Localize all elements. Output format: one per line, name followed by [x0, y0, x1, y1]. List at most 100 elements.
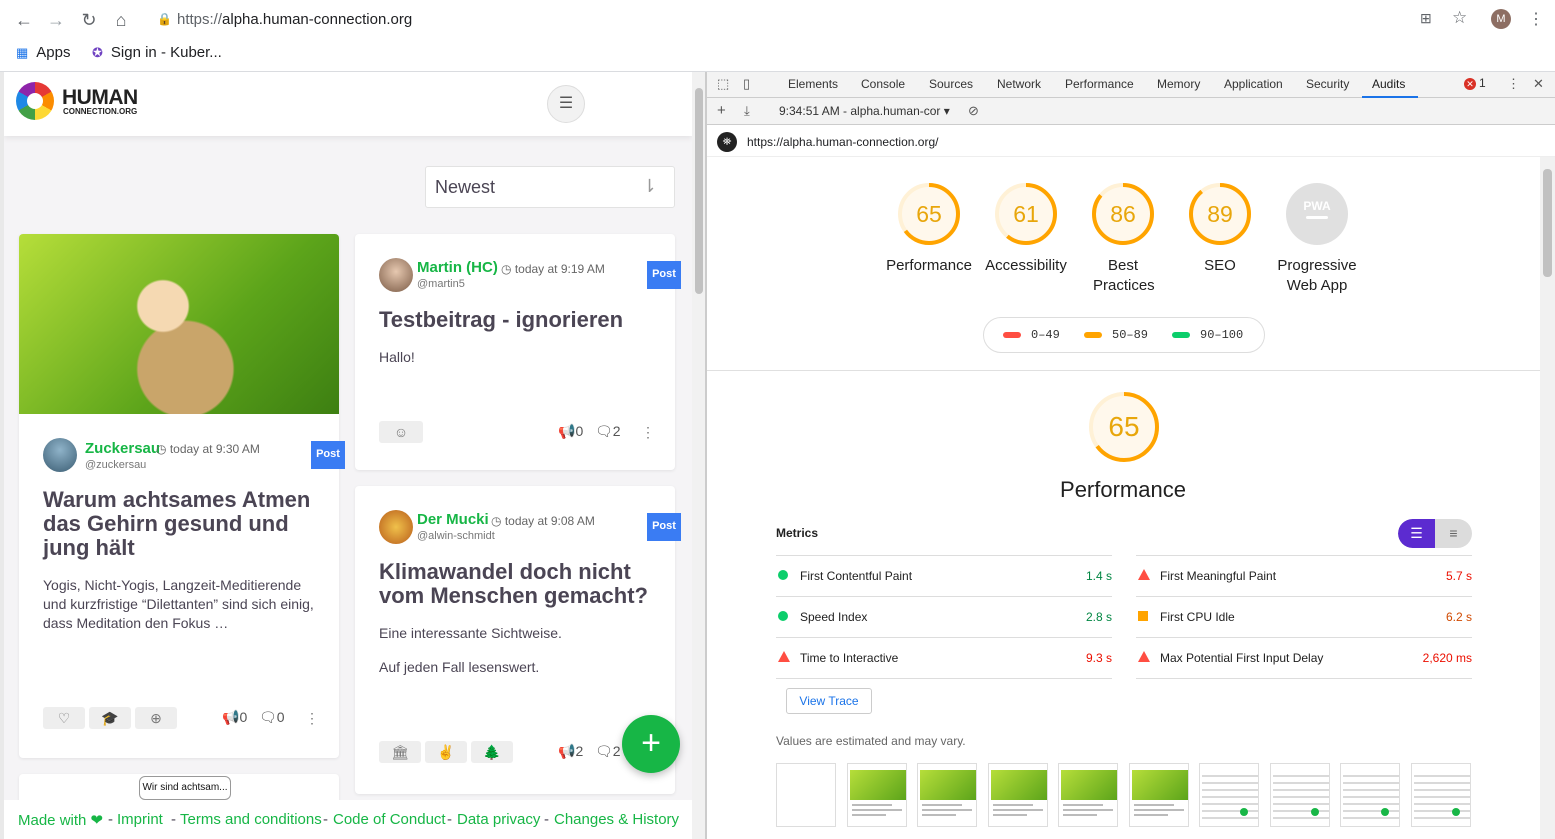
browser-menu-icon[interactable]: ⋮: [1528, 9, 1544, 29]
metrics-view-toggle[interactable]: ☰ ≡: [1398, 519, 1472, 548]
filmstrip-frame: [1058, 763, 1118, 827]
close-devtools-icon[interactable]: ✕: [1533, 76, 1544, 92]
metric-label: Max Potential First Input Delay: [1160, 651, 1324, 665]
tab-security[interactable]: Security: [1306, 77, 1349, 91]
tab-performance[interactable]: Performance: [1065, 77, 1134, 91]
tab-sources[interactable]: Sources: [929, 77, 973, 91]
comment-count[interactable]: 🗨0: [259, 709, 285, 726]
shout-count[interactable]: 📢2: [558, 743, 583, 760]
category-score: 89: [1207, 201, 1233, 227]
bookmark-apps[interactable]: ▦ Apps: [16, 44, 71, 61]
post-menu-icon[interactable]: ⋮: [641, 424, 655, 441]
legend-item-pass: 90–100: [1172, 328, 1243, 342]
download-report-icon[interactable]: ⤓: [744, 103, 750, 119]
avatar[interactable]: [379, 258, 413, 292]
category-gauge[interactable]: 86: [1090, 181, 1156, 247]
tab-network[interactable]: Network: [997, 77, 1041, 91]
category-label[interactable]: Best Practices: [1093, 256, 1155, 296]
author-name[interactable]: Martin (HC): [417, 259, 498, 276]
detailed-view-icon[interactable]: ≡: [1435, 519, 1472, 548]
site-scrollbar[interactable]: [692, 72, 706, 839]
devtools-menu-icon[interactable]: ⋮: [1507, 76, 1520, 92]
shout-count[interactable]: 📢0: [558, 423, 583, 440]
post-title[interactable]: Klimawandel doch nicht vom Menschen gema…: [379, 560, 649, 608]
category-label[interactable]: Accessibility: [971, 256, 1081, 276]
hamburger-menu-button[interactable]: ☰: [547, 85, 585, 123]
bookmark-kubernetes[interactable]: ✪ Sign in - Kuber...: [92, 44, 222, 61]
home-icon[interactable]: ⌂: [109, 8, 133, 32]
legend-swatch: [1084, 331, 1102, 338]
comment-count[interactable]: 🗨2: [595, 743, 621, 760]
mortarboard-icon[interactable]: 🎓: [89, 707, 131, 729]
author-name[interactable]: Zuckersau: [85, 440, 160, 457]
view-trace-button[interactable]: View Trace: [786, 688, 872, 714]
author-name[interactable]: Der Mucki: [417, 511, 489, 528]
reload-icon[interactable]: ↻: [77, 8, 101, 32]
scrollbar-thumb[interactable]: [1543, 169, 1552, 277]
footer-changes-link[interactable]: Changes & History: [554, 811, 679, 828]
footer-terms-link[interactable]: Terms and conditions: [180, 811, 322, 828]
post-title[interactable]: Testbeitrag - ignorieren: [379, 308, 659, 332]
metric-status-icon: [1138, 611, 1148, 621]
scrollbar-thumb[interactable]: [695, 88, 703, 294]
back-icon[interactable]: ←: [12, 8, 36, 32]
device-toolbar-icon[interactable]: ▯: [743, 76, 750, 92]
footer-coc-link[interactable]: Code of Conduct: [333, 811, 446, 828]
bank-icon[interactable]: 🏛: [379, 741, 421, 763]
tab-console[interactable]: Console: [861, 77, 905, 91]
summary-view-icon[interactable]: ☰: [1398, 519, 1435, 548]
metrics-header: Metrics: [776, 526, 819, 540]
footer-imprint-link[interactable]: Imprint: [117, 811, 163, 828]
post-teaser-image[interactable]: [19, 234, 339, 414]
comment-count[interactable]: 🗨2: [595, 423, 621, 440]
url-text[interactable]: https://alpha.human-connection.org: [177, 11, 412, 28]
profile-avatar[interactable]: M: [1491, 9, 1511, 29]
translate-icon[interactable]: ⊞: [1420, 10, 1432, 27]
clock-icon: ◷: [156, 442, 170, 456]
tree-icon[interactable]: 🌲: [471, 741, 513, 763]
category-gauge[interactable]: 61: [993, 181, 1059, 247]
post-card[interactable]: Martin (HC) ◷ today at 9:19 AM @martin5 …: [355, 234, 681, 470]
category-label[interactable]: Performance: [874, 256, 984, 276]
error-counter[interactable]: ✕ 1: [1464, 76, 1486, 90]
create-post-button[interactable]: +: [622, 715, 680, 773]
devtools-scrollbar[interactable]: [1540, 157, 1555, 839]
audited-url[interactable]: https://alpha.human-connection.org/: [747, 135, 938, 149]
category-gauge[interactable]: 65: [896, 181, 962, 247]
author-handle: @zuckersau: [85, 459, 147, 471]
tab-elements[interactable]: Elements: [788, 77, 838, 91]
category-gauge[interactable]: 89: [1187, 181, 1253, 247]
peace-hand-icon[interactable]: ✌: [425, 741, 467, 763]
filmstrip-frame: [1340, 763, 1400, 827]
post-menu-icon[interactable]: ⋮: [305, 710, 319, 727]
avatar[interactable]: [379, 510, 413, 544]
inspect-element-icon[interactable]: ⬚: [717, 76, 729, 92]
footer-privacy-link[interactable]: Data privacy: [457, 811, 540, 828]
tab-memory[interactable]: Memory: [1157, 77, 1200, 91]
post-teaser-image[interactable]: Wir sind achtsam...: [139, 776, 231, 800]
shout-count[interactable]: 📢0: [222, 709, 247, 726]
bookmark-star-icon[interactable]: ☆: [1452, 8, 1467, 28]
post-card[interactable]: Zuckersau ◷ today at 9:30 AM @zuckersau …: [19, 234, 345, 758]
forward-icon[interactable]: →: [44, 8, 68, 32]
emotions-icon[interactable]: ☺: [379, 421, 423, 443]
category-label[interactable]: Progressive Web App: [1272, 256, 1362, 296]
legend-swatch: [1172, 331, 1190, 338]
address-bar[interactable]: 🔒 https://alpha.human-connection.org: [145, 4, 1475, 34]
new-audit-icon[interactable]: +: [717, 102, 726, 119]
avatar[interactable]: [43, 438, 77, 472]
tab-audits[interactable]: Audits: [1372, 77, 1405, 91]
legend-item-fail: 0–49: [1003, 328, 1060, 342]
heart-icon[interactable]: ♡: [43, 707, 85, 729]
audited-url-row: ⛯ https://alpha.human-connection.org/: [707, 125, 1555, 157]
logo-globe-icon[interactable]: [16, 82, 54, 120]
category-gauge[interactable]: PWA: [1284, 181, 1350, 247]
category-label[interactable]: SEO: [1165, 256, 1275, 276]
sort-select[interactable]: Newest ⇂: [425, 166, 675, 208]
clear-all-icon[interactable]: ⊘: [968, 103, 979, 119]
report-selector[interactable]: 9:34:51 AM - alpha.human-cor ▾: [779, 104, 950, 118]
footer-separator: -: [108, 811, 113, 828]
post-title[interactable]: Warum achtsames Atmen das Gehirn gesund …: [43, 488, 313, 560]
first-aid-icon[interactable]: ⊕: [135, 707, 177, 729]
tab-application[interactable]: Application: [1224, 77, 1283, 91]
